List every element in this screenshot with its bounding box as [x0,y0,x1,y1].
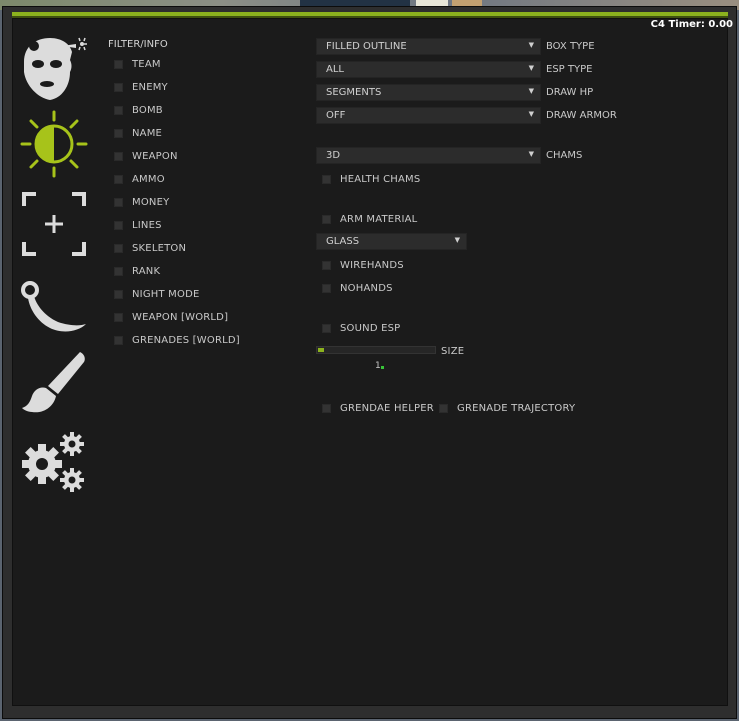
material-value: GLASS [326,236,360,247]
size-slider[interactable] [316,346,436,354]
draw-armor-value: OFF [326,110,346,121]
filter-grenades-world-label: GRENADES [WORLD] [132,335,240,346]
chevron-down-icon: ▼ [454,236,460,244]
crosshair-icon [22,192,86,256]
draw-hp-dropdown[interactable]: SEGMENTS ▼ [316,84,541,101]
chevron-down-icon: ▼ [528,64,534,72]
chams-label: CHAMS [546,150,583,161]
masked-head-icon [24,37,87,100]
nohands-checkbox[interactable] [322,284,331,293]
half-sun-icon [20,110,88,178]
grenade-helper-checkbox[interactable] [322,404,331,413]
filter-money-checkbox[interactable] [114,198,123,207]
chevron-down-icon: ▼ [528,150,534,158]
filter-rank-label: RANK [132,266,161,277]
tab-visuals[interactable] [18,108,90,180]
chams-value: 3D [326,150,341,161]
health-chams-label: HEALTH CHAMS [340,174,421,185]
esp-type-label: ESP TYPE [546,64,593,75]
tab-aimbot[interactable] [18,34,90,106]
grenade-helper-label: GRENDAE HELPER [340,403,434,414]
filter-money-label: MONEY [132,197,170,208]
sound-esp-label: SOUND ESP [340,323,401,334]
filter-rank-checkbox[interactable] [114,267,123,276]
chams-dropdown[interactable]: 3D ▼ [316,147,541,164]
filter-name-label: NAME [132,128,163,139]
sound-esp-checkbox[interactable] [322,324,331,333]
box-type-dropdown[interactable]: FILLED OUTLINE ▼ [316,38,541,55]
karambit-knife-icon [21,281,86,332]
box-type-label: BOX TYPE [546,41,595,52]
c4-timer: C4 Timer: 0.00 [650,19,733,30]
filter-grenades-world-checkbox[interactable] [114,336,123,345]
filter-weapon-label: WEAPON [132,151,178,162]
arm-material-label: ARM MATERIAL [340,214,418,225]
filter-weapon-checkbox[interactable] [114,152,123,161]
wirehands-checkbox[interactable] [322,261,331,270]
filter-night-mode-checkbox[interactable] [114,290,123,299]
filter-skeleton-label: SKELETON [132,243,187,254]
draw-hp-label: DRAW HP [546,87,594,98]
filter-title: FILTER/INFO [108,39,168,50]
paint-brush-icon [22,352,85,413]
filter-bomb-label: BOMB [132,105,163,116]
filter-weapon-world-label: WEAPON [WORLD] [132,312,229,323]
filter-team-label: TEAM [132,59,161,70]
filter-weapon-world-checkbox[interactable] [114,313,123,322]
filter-enemy-label: ENEMY [132,82,168,93]
filter-skeleton-checkbox[interactable] [114,244,123,253]
esp-type-value: ALL [326,64,344,75]
filter-team-checkbox[interactable] [114,60,123,69]
esp-type-dropdown[interactable]: ALL ▼ [316,61,541,78]
health-chams-checkbox[interactable] [322,175,331,184]
mouse-cursor [381,366,384,369]
filter-lines-checkbox[interactable] [114,221,123,230]
grenade-trajectory-checkbox[interactable] [439,404,448,413]
tab-colors[interactable] [18,346,90,418]
draw-armor-dropdown[interactable]: OFF ▼ [316,107,541,124]
chevron-down-icon: ▼ [528,87,534,95]
size-slider-fill [318,348,324,352]
tab-settings[interactable] [18,424,90,496]
wirehands-label: WIREHANDS [340,260,404,271]
draw-hp-value: SEGMENTS [326,87,382,98]
size-label: SIZE [441,346,465,357]
draw-armor-label: DRAW ARMOR [546,110,617,121]
arm-material-checkbox[interactable] [322,215,331,224]
tab-triggerbot[interactable] [18,188,90,260]
grenade-trajectory-label: GRENADE TRAJECTORY [457,403,576,414]
tab-skins[interactable] [18,272,90,344]
box-type-value: FILLED OUTLINE [326,41,407,52]
nohands-label: NOHANDS [340,283,393,294]
filter-lines-label: LINES [132,220,162,231]
chevron-down-icon: ▼ [528,110,534,118]
material-dropdown[interactable]: GLASS ▼ [316,233,467,250]
gears-icon [22,432,84,492]
filter-name-checkbox[interactable] [114,129,123,138]
filter-enemy-checkbox[interactable] [114,83,123,92]
filter-bomb-checkbox[interactable] [114,106,123,115]
chevron-down-icon: ▼ [528,41,534,49]
filter-night-mode-label: NIGHT MODE [132,289,200,300]
filter-ammo-checkbox[interactable] [114,175,123,184]
filter-ammo-label: AMMO [132,174,165,185]
